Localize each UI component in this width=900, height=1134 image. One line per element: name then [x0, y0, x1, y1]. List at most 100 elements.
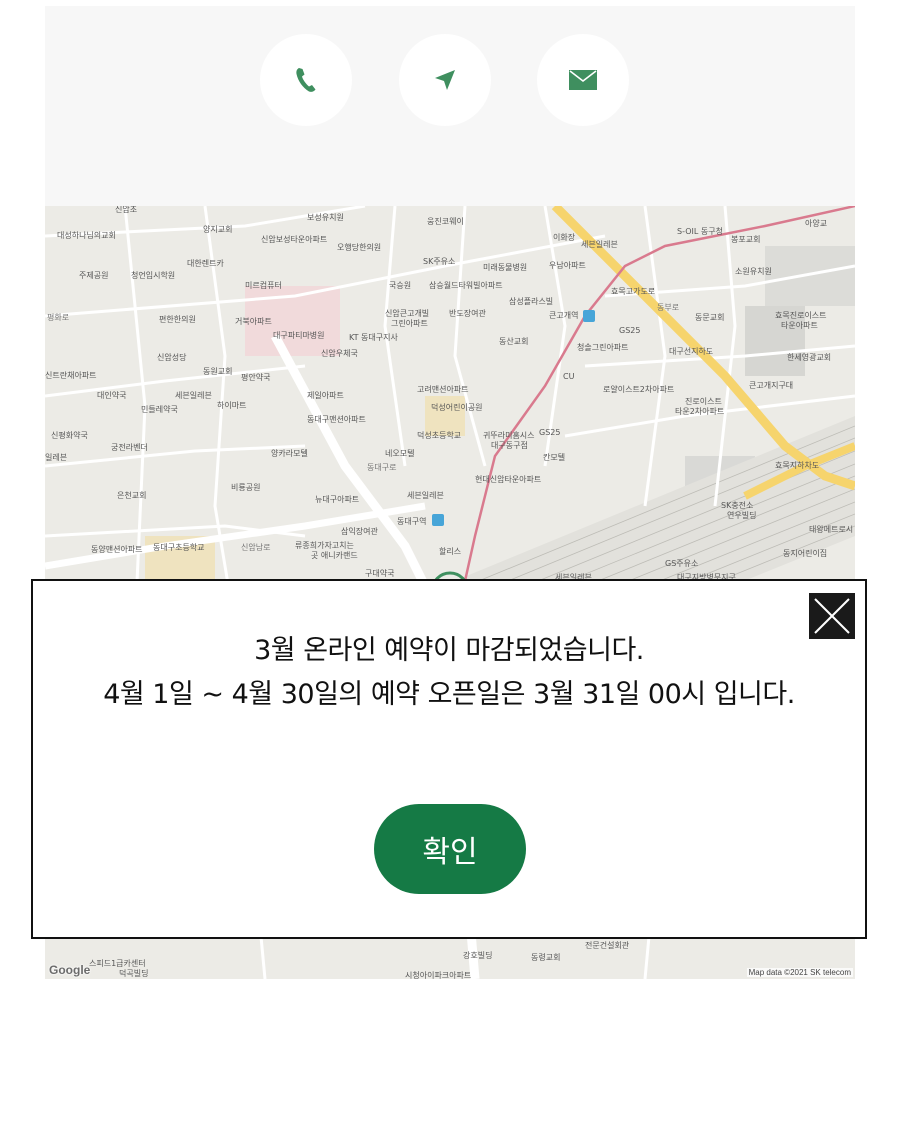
email-button[interactable]: [537, 34, 629, 126]
map-label: 동대구맨션아파트: [307, 415, 366, 424]
map-label: 미르컴퓨터: [245, 281, 282, 290]
map-label: 동대구로: [367, 463, 397, 472]
map-label: 양카라모텔: [271, 449, 308, 458]
map-label: 웅진코웨이: [427, 217, 464, 226]
map-label: 네오모텔: [385, 449, 415, 458]
map-label: 삼성플라스빌: [509, 297, 554, 306]
map-label: 동양맨션아파트: [91, 545, 143, 554]
map-label: 삼승월드타워빌아파트: [429, 281, 503, 290]
map-label: CU: [563, 372, 575, 381]
map-label: 큰고개지구대: [749, 381, 794, 390]
map-label: 대한렌트카: [187, 259, 224, 268]
google-logo: Google: [49, 963, 91, 977]
map-label: 이화장: [553, 233, 576, 242]
map-label: 효목고가도로: [611, 287, 656, 296]
envelope-icon: [569, 70, 597, 90]
map-label: 청언입시학원: [131, 271, 176, 280]
map-label: 신암초: [115, 206, 138, 214]
map-label: 타운2차아파트: [675, 407, 725, 416]
map-label: 봉포교회: [731, 235, 761, 244]
map-label: 곳 애니카랜드: [311, 551, 358, 560]
map-attribution: Map data ©2021 SK telecom: [746, 968, 853, 977]
phone-button[interactable]: [260, 34, 352, 126]
map-label: 거북아파트: [235, 317, 272, 326]
directions-button[interactable]: [399, 34, 491, 126]
close-button[interactable]: [809, 593, 855, 639]
map-label: 강호빌딩: [463, 951, 493, 960]
map-label: 청솔그린아파트: [577, 343, 629, 352]
map-label: 효목지하차도: [775, 461, 820, 470]
map-label: 동산교회: [499, 337, 529, 346]
map-label: 신암남로: [241, 543, 271, 552]
map-label: 큰고개역: [549, 311, 579, 320]
map-label: S-OIL 동구청: [677, 227, 723, 236]
map-label: 전문건설회관: [585, 941, 630, 950]
map-label: 구대약국: [365, 569, 395, 578]
map-label: 대인약국: [97, 391, 127, 400]
map-label: 타운아파트: [781, 321, 818, 330]
modal-message-line1: 3월 온라인 예약이 마감되었습니다.: [254, 635, 644, 666]
map-label: GS주유소: [665, 559, 699, 568]
modal-message: 3월 온라인 예약이 마감되었습니다. 4월 1일 ~ 4월 30일의 예약 오…: [93, 629, 805, 717]
map-label: 신트란채아파트: [45, 371, 97, 380]
map-label: 평안약국: [241, 373, 271, 382]
close-icon: [814, 598, 850, 634]
map-label: 신암보성타운아파트: [261, 235, 328, 244]
map-label: 대구동구점: [491, 441, 528, 450]
navigation-arrow-icon: [435, 70, 455, 90]
map-label: 반도장여관: [449, 309, 486, 318]
map-label: 평화로: [47, 313, 70, 322]
map-label: 덕성어린이공원: [431, 403, 483, 412]
map-label: SK주유소: [423, 257, 456, 266]
map-label: 일레븐: [45, 453, 68, 462]
map-label: 세븐일레븐: [407, 491, 444, 500]
map-label: 비룡공원: [231, 483, 261, 492]
map-label: 신암성당: [157, 353, 187, 362]
map-label: 연우빌딩: [727, 511, 757, 520]
map-label: 오행당한의원: [337, 243, 382, 252]
map-label: 동대구역: [397, 517, 427, 526]
map-label: 로얄이스트2차아파트: [603, 385, 675, 394]
map-label: 동령교회: [531, 953, 561, 962]
map-label: 할리스: [439, 547, 462, 556]
map-label: 대구선지하도: [669, 347, 714, 356]
map-label: 제일아파트: [307, 391, 344, 400]
map-label: 동지어린이집: [783, 549, 828, 558]
map-label: 덕곡빌딩: [119, 969, 149, 978]
map-label: KT 동대구지사: [349, 333, 398, 342]
map-label: 소원유치원: [735, 267, 772, 276]
map-label: 세븐일레븐: [175, 391, 212, 400]
map-label: 신암우체국: [321, 349, 358, 358]
map-label: 고려맨션아파트: [417, 385, 469, 394]
map-label: 그린아파트: [391, 319, 428, 328]
map-label: 한세영광교회: [787, 353, 832, 362]
map-label: 삼익장여관: [341, 527, 378, 536]
map-label: 대구파티마병원: [273, 331, 325, 340]
map-label: 시청아이파크아파트: [405, 971, 472, 979]
map-label: 아양교: [805, 219, 828, 228]
map-label: 동문교회: [695, 313, 725, 322]
contact-bar: [45, 6, 855, 206]
confirm-button[interactable]: 확인: [374, 804, 526, 894]
map-label: GS25: [619, 326, 641, 335]
phone-icon: [296, 68, 316, 92]
map-label: 궁전라벤더: [111, 443, 148, 452]
map-label: 국승원: [389, 281, 412, 290]
map-label: 우남아파트: [549, 261, 586, 270]
map-label: 은천교회: [117, 491, 147, 500]
map-label: 하이마트: [217, 401, 247, 410]
map-label: 미래동물병원: [483, 263, 528, 272]
map-label: 민들레약국: [141, 405, 178, 414]
map-label: 뉴대구아파트: [315, 495, 360, 504]
map-label: 동대구초등학교: [153, 543, 205, 552]
map-label: 대성하나님의교회: [57, 231, 116, 240]
map-label: 동원교회: [203, 367, 233, 376]
map-label: 동부로: [657, 303, 680, 312]
modal-message-line2: 4월 1일 ~ 4월 30일의 예약 오픈일은 3월 31일 00시 입니다.: [103, 679, 795, 710]
map-label: 양지교회: [203, 225, 233, 234]
map-label: 칸모텔: [543, 453, 566, 462]
map-label: 주제공원: [79, 271, 109, 280]
map-label: 세븐일레븐: [581, 240, 618, 249]
map-label: 덕성초등학교: [417, 431, 462, 440]
map-label: 현대신암타운아파트: [475, 475, 542, 484]
